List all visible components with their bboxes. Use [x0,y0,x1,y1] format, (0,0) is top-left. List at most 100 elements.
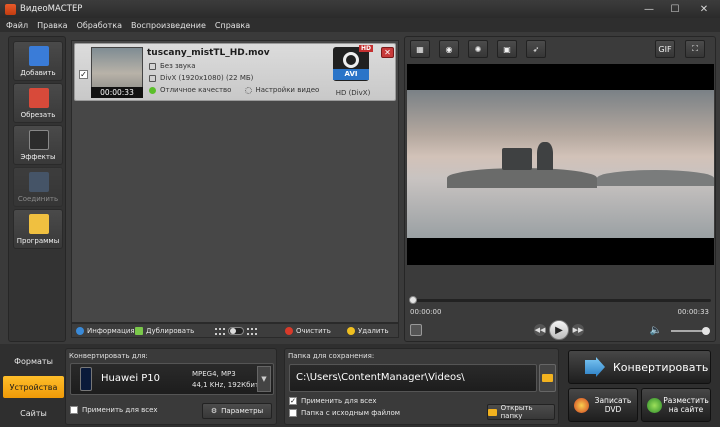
menu-help[interactable]: Справка [215,21,250,30]
screenshot-button[interactable] [410,324,422,336]
browse-folder-button[interactable] [539,364,556,392]
file-checkbox[interactable]: ✓ [79,70,88,79]
duplicate-button[interactable]: Дублировать [135,326,194,335]
tab-devices[interactable]: Устройства [3,376,64,398]
tab-sites[interactable]: Сайты [3,402,64,424]
menu-file[interactable]: Файл [6,21,28,30]
rotate-tool-button[interactable]: ▣ [497,40,517,58]
sidebar: Добавить Обрезать Эффекты Соединить Прог… [8,36,66,342]
convert-for-label: Конвертировать для: [69,352,148,360]
volume-slider[interactable] [671,327,710,335]
prev-frame-button[interactable]: ◀◀ [534,324,546,336]
list-view-icon [215,327,225,335]
apply-all-checkbox[interactable] [70,406,78,414]
apply-all-label: Применить для всех [82,406,158,414]
quality-icon [149,86,156,94]
convert-arrow-icon [585,357,605,377]
source-folder-option[interactable]: Папка с исходным файлом [289,409,400,417]
output-tabs: Форматы Устройства Сайты [3,348,64,425]
source-folder-checkbox[interactable] [289,409,297,417]
open-folder-label: Открыть папку [500,404,533,420]
delete-icon [347,326,355,335]
window-title: ВидеоМАСТЕР [20,4,83,14]
title-bar: ВидеоМАСТЕР — ☐ ✕ [0,0,720,18]
add-button[interactable]: Добавить [13,41,63,81]
video-info: DivX (1920x1080) (22 МБ) [149,74,253,82]
audio-info: Без звука [149,62,196,70]
join-button[interactable]: Соединить [13,167,63,207]
file-toolbar: Информация Дублировать Очистить Удалить [71,323,399,338]
play-icon: ▶ [555,324,563,336]
video-preview[interactable] [407,64,714,265]
landscape-hill [447,168,597,188]
clear-button[interactable]: Очистить [285,326,331,335]
film-reel-icon [343,52,359,68]
crop-icon: ▦ [416,44,424,54]
cut-button[interactable]: Обрезать [13,83,63,123]
seek-bar[interactable] [409,296,711,304]
seek-handle[interactable] [409,296,417,304]
info-button[interactable]: Информация [76,326,135,335]
video-text: DivX (1920x1080) (22 МБ) [160,74,254,82]
close-button[interactable]: ✕ [688,0,720,18]
remove-file-button[interactable]: ✕ [381,47,394,58]
programs-button[interactable]: Программы [13,209,63,249]
save-folder-panel: Папка для сохранения: C:\Users\ContentMa… [284,348,559,425]
speed-icon: ➶ [532,44,540,54]
effects-label: Эффекты [20,153,56,161]
folder-icon [542,374,553,382]
video-settings-link[interactable]: Настройки видео [255,86,319,94]
speaker-icon [149,62,156,70]
play-button[interactable]: ▶ [549,320,569,340]
volume-button[interactable]: 🔈 [649,324,663,336]
save-apply-all-checkbox[interactable]: ✓ [289,397,297,405]
crop-tool-button[interactable]: ▦ [410,40,430,58]
burn-dvd-label: Записать DVD [594,396,632,414]
cut-icon [29,88,49,108]
save-folder-label: Папка для сохранения: [288,352,375,360]
gear-icon: ⚙ [210,407,218,415]
join-icon [29,172,49,192]
minimize-button[interactable]: — [636,0,662,18]
device-audio: 44,1 KHz, 192Кбит [192,381,260,389]
save-path-field[interactable]: C:\Users\ContentManager\Videos\ [289,364,537,392]
tab-formats[interactable]: Форматы [3,350,64,372]
app-logo-icon [5,3,16,15]
fullscreen-button[interactable]: ⛶ [685,40,705,58]
burn-dvd-button[interactable]: Записать DVD [568,388,638,422]
rewind-icon: ◀◀ [534,326,546,334]
apply-all-devices[interactable]: Применить для всех [70,406,158,414]
volume-handle[interactable] [702,327,710,335]
menu-edit[interactable]: Правка [37,21,67,30]
convert-button[interactable]: Конвертировать [568,350,711,384]
quality-text[interactable]: Отличное качество [160,86,231,94]
brightness-tool-button[interactable]: ✺ [468,40,488,58]
parameters-button[interactable]: ⚙ Параметры [202,403,272,419]
info-label: Информация [87,326,135,335]
convert-label: Конвертировать [613,360,709,374]
save-apply-all[interactable]: ✓ Применить для всех [289,397,377,405]
format-badge[interactable]: HD AVI [333,45,373,81]
view-toggle[interactable] [215,327,257,335]
publish-web-button[interactable]: Разместить на сайте [641,388,711,422]
menu-playback[interactable]: Воспроизведение [131,21,206,30]
player-panel: ▦ ◉ ✺ ▣ ➶ GIF ⛶ 00:00:00 00:00:33 ◀◀ ▶ ▶… [404,36,716,342]
file-name: tuscany_mistTL_HD.mov [147,48,270,58]
menu-processing[interactable]: Обработка [77,21,122,30]
format-caption: HD (DivX) [335,89,371,97]
open-folder-button[interactable]: Открыть папку [487,404,555,420]
snapshot-tool-button[interactable]: ◉ [439,40,459,58]
next-frame-button[interactable]: ▶▶ [572,324,584,336]
file-duration: 00:00:33 [91,87,143,98]
view-switch[interactable] [228,327,244,335]
device-selector[interactable]: Huawei P10 MPEG4, MP3 44,1 KHz, 192Кбит … [70,363,274,395]
speed-tool-button[interactable]: ➶ [526,40,546,58]
gif-button[interactable]: GIF [655,40,675,58]
current-time: 00:00:00 [410,308,442,316]
maximize-button[interactable]: ☐ [662,0,688,18]
device-dropdown-button[interactable]: ▼ [257,366,271,392]
effects-button[interactable]: Эффекты [13,125,63,165]
cut-label: Обрезать [20,111,56,119]
file-item[interactable]: ✓ 00:00:33 tuscany_mistTL_HD.mov Без зву… [74,43,396,101]
delete-button[interactable]: Удалить [347,326,389,335]
